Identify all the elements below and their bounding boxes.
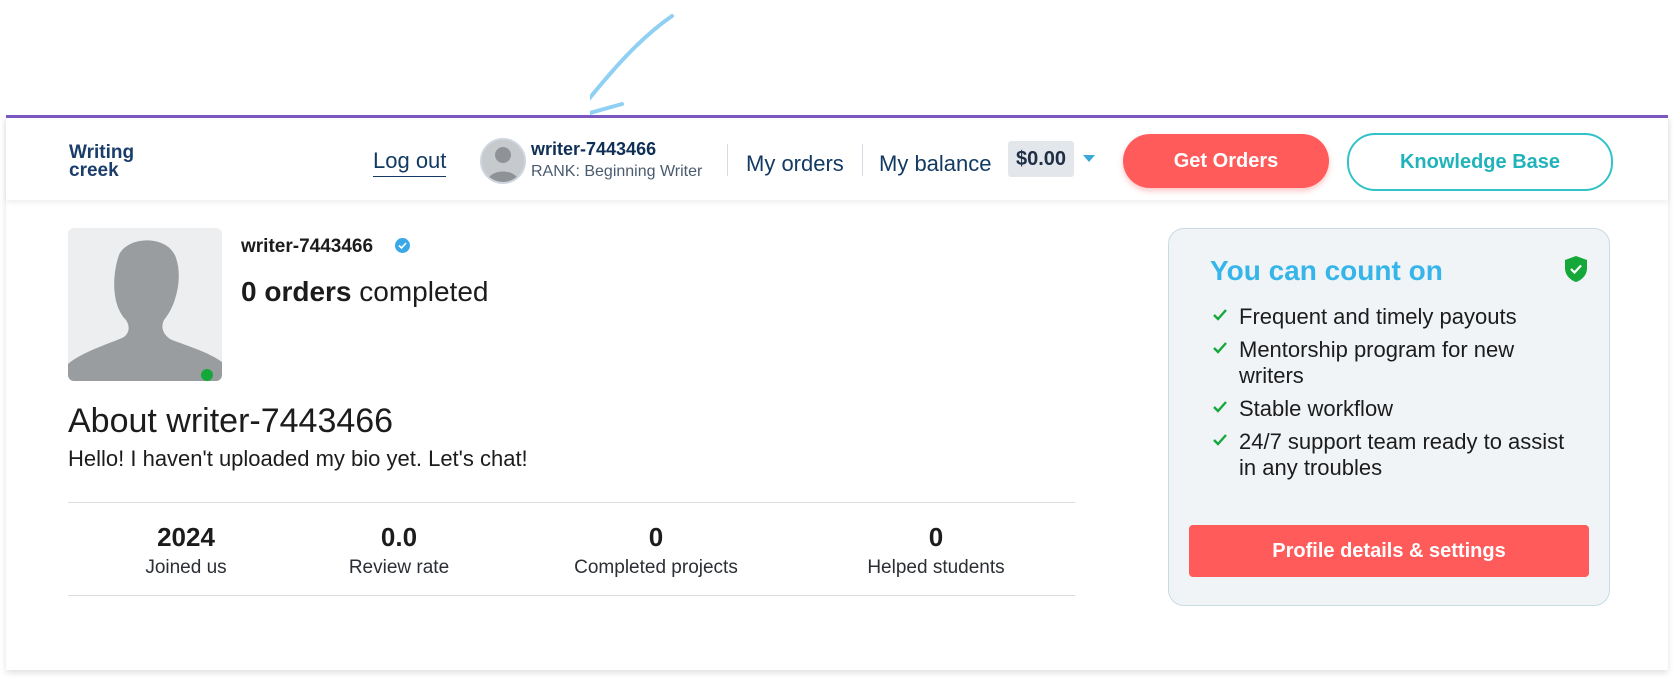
benefits-list: Frequent and timely payouts Mentorship p…: [1213, 304, 1573, 488]
benefit-text: Frequent and timely payouts: [1239, 304, 1517, 329]
top-navbar: Writing creek Log out writer-7443466 RAN…: [6, 118, 1668, 200]
orders-suffix: completed: [351, 276, 489, 307]
list-item: Stable workflow: [1213, 396, 1573, 422]
stats-divider-bottom: [68, 595, 1075, 596]
writing-creek-logo[interactable]: Writing creek: [69, 143, 134, 181]
stat-value: 2024: [157, 522, 215, 552]
stat-value: 0: [648, 522, 664, 552]
stat-value: 0: [928, 522, 944, 552]
stat-label: Joined us: [145, 557, 227, 578]
profile-photo[interactable]: [68, 228, 222, 381]
about-title: About writer-7443466: [68, 402, 394, 440]
about-bio: Hello! I haven't uploaded my bio yet. Le…: [68, 446, 528, 471]
card-title: You can count on: [1210, 255, 1443, 286]
my-balance-link[interactable]: My balance: [879, 151, 992, 177]
check-icon: [1213, 434, 1227, 446]
stat-label: Helped students: [867, 557, 1005, 578]
balance-badge[interactable]: $0.00: [1008, 141, 1075, 177]
stat-helped-students: 0 Helped students: [846, 522, 1026, 579]
caret-down-icon[interactable]: [1083, 155, 1095, 162]
benefit-text: Mentorship program for new writers: [1239, 337, 1515, 388]
verified-badge-icon: [395, 238, 410, 253]
list-item: 24/7 support team ready to assist in any…: [1213, 429, 1573, 481]
app-window: Writing creek Log out writer-7443466 RAN…: [6, 115, 1668, 670]
benefits-card: You can count on Frequent and timely pay…: [1168, 228, 1610, 606]
check-icon: [1213, 342, 1227, 354]
stat-label: Completed projects: [574, 557, 738, 578]
avatar-icon: [68, 228, 222, 381]
user-avatar[interactable]: [480, 138, 526, 184]
stat-completed-projects: 0 Completed projects: [551, 522, 761, 579]
knowledge-base-button[interactable]: Knowledge Base: [1347, 133, 1613, 191]
shield-check-icon: [1565, 256, 1587, 282]
check-icon: [1213, 309, 1227, 321]
logo-line2: creek: [69, 160, 119, 181]
arrow-annotation-icon: [590, 14, 674, 115]
logout-link[interactable]: Log out: [373, 148, 447, 177]
profile-settings-button[interactable]: Profile details & settings: [1189, 525, 1589, 577]
stat-label: Review rate: [348, 557, 450, 578]
nav-divider: [727, 144, 728, 176]
stat-review-rate: 0.0 Review rate: [329, 522, 469, 579]
list-item: Frequent and timely payouts: [1213, 304, 1573, 330]
my-orders-link[interactable]: My orders: [746, 151, 844, 177]
orders-count: 0 orders: [241, 276, 352, 307]
stat-value: 0.0: [380, 522, 418, 552]
stats-divider-top: [68, 502, 1075, 503]
orders-completed: 0 orders completed: [241, 276, 488, 308]
user-rank: RANK: Beginning Writer: [531, 163, 703, 180]
list-item: Mentorship program for new writers: [1213, 337, 1573, 389]
check-icon: [1213, 401, 1227, 413]
stat-joined: 2024 Joined us: [126, 522, 246, 579]
header-username[interactable]: writer-7443466: [531, 139, 656, 160]
avatar-icon: [482, 140, 524, 182]
get-orders-button[interactable]: Get Orders: [1123, 134, 1329, 188]
benefit-text: 24/7 support team ready to assist in any…: [1239, 429, 1565, 480]
online-status-dot: [201, 369, 213, 381]
profile-username: writer-7443466: [241, 236, 374, 257]
benefit-text: Stable workflow: [1239, 396, 1394, 421]
nav-divider: [862, 144, 863, 176]
